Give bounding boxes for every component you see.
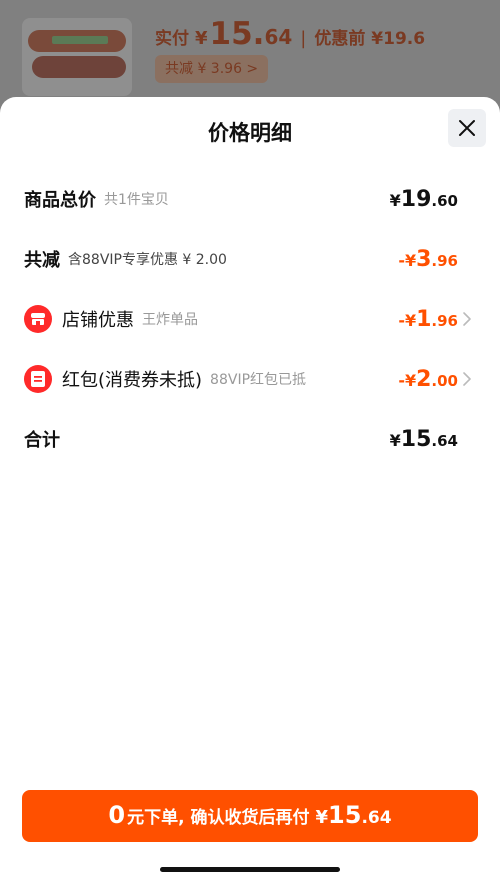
goods-total-currency: ¥ (389, 190, 401, 210)
home-indicator (160, 867, 340, 872)
store-discount-dec: .96 (431, 311, 458, 330)
package-label (52, 36, 108, 44)
store-discount-amount: -¥ 1 .96 (398, 307, 458, 332)
reduction-currency: -¥ (398, 250, 417, 270)
goods-total-label: 商品总价 (24, 190, 96, 211)
store-discount-currency: -¥ (398, 310, 417, 330)
store-discount-label: 店铺优惠 (62, 310, 134, 331)
grand-total-dec: .64 (431, 431, 458, 450)
goods-count: 共1件宝贝 (104, 192, 169, 208)
row-store-discount[interactable]: 店铺优惠 王炸单品 -¥ 1 .96 (0, 299, 500, 339)
currency-symbol: ¥ (195, 28, 208, 49)
goods-total-int: 19 (400, 186, 432, 212)
row-total-reduction: 共减 含88VIP专享优惠 ¥ 2.00 -¥ 3 .96 (0, 239, 500, 279)
shop-icon (31, 313, 45, 325)
red-packet-amount: -¥ 2 .00 (398, 367, 458, 392)
paid-price-int: 15. (209, 16, 265, 52)
pay-zero: 0 (108, 801, 126, 829)
grand-total-int: 15 (400, 426, 432, 452)
red-packet-icon (24, 365, 52, 393)
product-header: 实付 ¥ 15. 64 | 优惠前 ¥19.6 共减 ¥ 3.96 > (0, 0, 500, 110)
reduction-amount: -¥ 3 .96 (398, 247, 458, 272)
reduction-int: 3 (416, 246, 432, 272)
sausage-graphic-2 (32, 56, 126, 78)
paid-price-dec: 64 (264, 25, 293, 49)
red-packet-dec: .00 (431, 371, 458, 390)
goods-total-dec: .60 (431, 191, 458, 210)
store-discount-int: 1 (416, 306, 432, 332)
chevron-right-icon (463, 372, 471, 386)
reduction-label: 共减 (24, 250, 60, 271)
chevron-right-icon (463, 312, 471, 326)
row-red-packet[interactable]: 红包(消费券未抵) 88VIP红包已抵 -¥ 2 .00 (0, 359, 500, 399)
red-packet-label: 红包(消费券未抵) (62, 370, 203, 391)
pay-amount-int: 15 (328, 801, 362, 829)
red-packet-currency: -¥ (398, 370, 417, 390)
pay-button[interactable]: 0 元下单, 确认收货后再付 ¥ 15 .64 (22, 790, 478, 842)
grand-total-currency: ¥ (389, 430, 401, 450)
product-thumbnail (22, 18, 132, 96)
pay-text: 元下单, 确认收货后再付 (127, 808, 310, 828)
price-before-discount: 优惠前 ¥19.6 (314, 29, 426, 49)
grand-total-amount: ¥ 15 .64 (390, 427, 458, 452)
reduction-dec: .96 (431, 251, 458, 270)
paid-price: 实付 ¥ 15. 64 | 优惠前 ¥19.6 (155, 16, 425, 52)
paid-label: 实付 (155, 29, 189, 49)
grand-total-label: 合计 (24, 430, 60, 451)
close-icon (459, 120, 475, 136)
store-icon (24, 305, 52, 333)
pay-currency: ¥ (315, 807, 329, 828)
pay-amount-dec: .64 (361, 808, 392, 828)
vip-discount-note: 含88VIP专享优惠 ¥ 2.00 (68, 252, 227, 268)
red-packet-int: 2 (416, 366, 432, 392)
reduce-pill[interactable]: 共减 ¥ 3.96 > (155, 55, 269, 83)
row-grand-total: 合计 ¥ 15 .64 (0, 419, 500, 459)
price-detail-sheet: 价格明细 商品总价 共1件宝贝 ¥ 19 .60 共减 含88VIP专享优惠 ¥… (0, 97, 500, 883)
sheet-title: 价格明细 (208, 121, 292, 145)
close-button[interactable] (448, 109, 486, 147)
goods-total-amount: ¥ 19 .60 (390, 187, 458, 212)
price-separator: | (300, 28, 307, 49)
red-packet-note: 88VIP红包已抵 (210, 372, 307, 388)
row-goods-total: 商品总价 共1件宝贝 ¥ 19 .60 (0, 179, 500, 219)
envelope-icon (31, 371, 45, 387)
store-discount-note: 王炸单品 (142, 312, 198, 328)
